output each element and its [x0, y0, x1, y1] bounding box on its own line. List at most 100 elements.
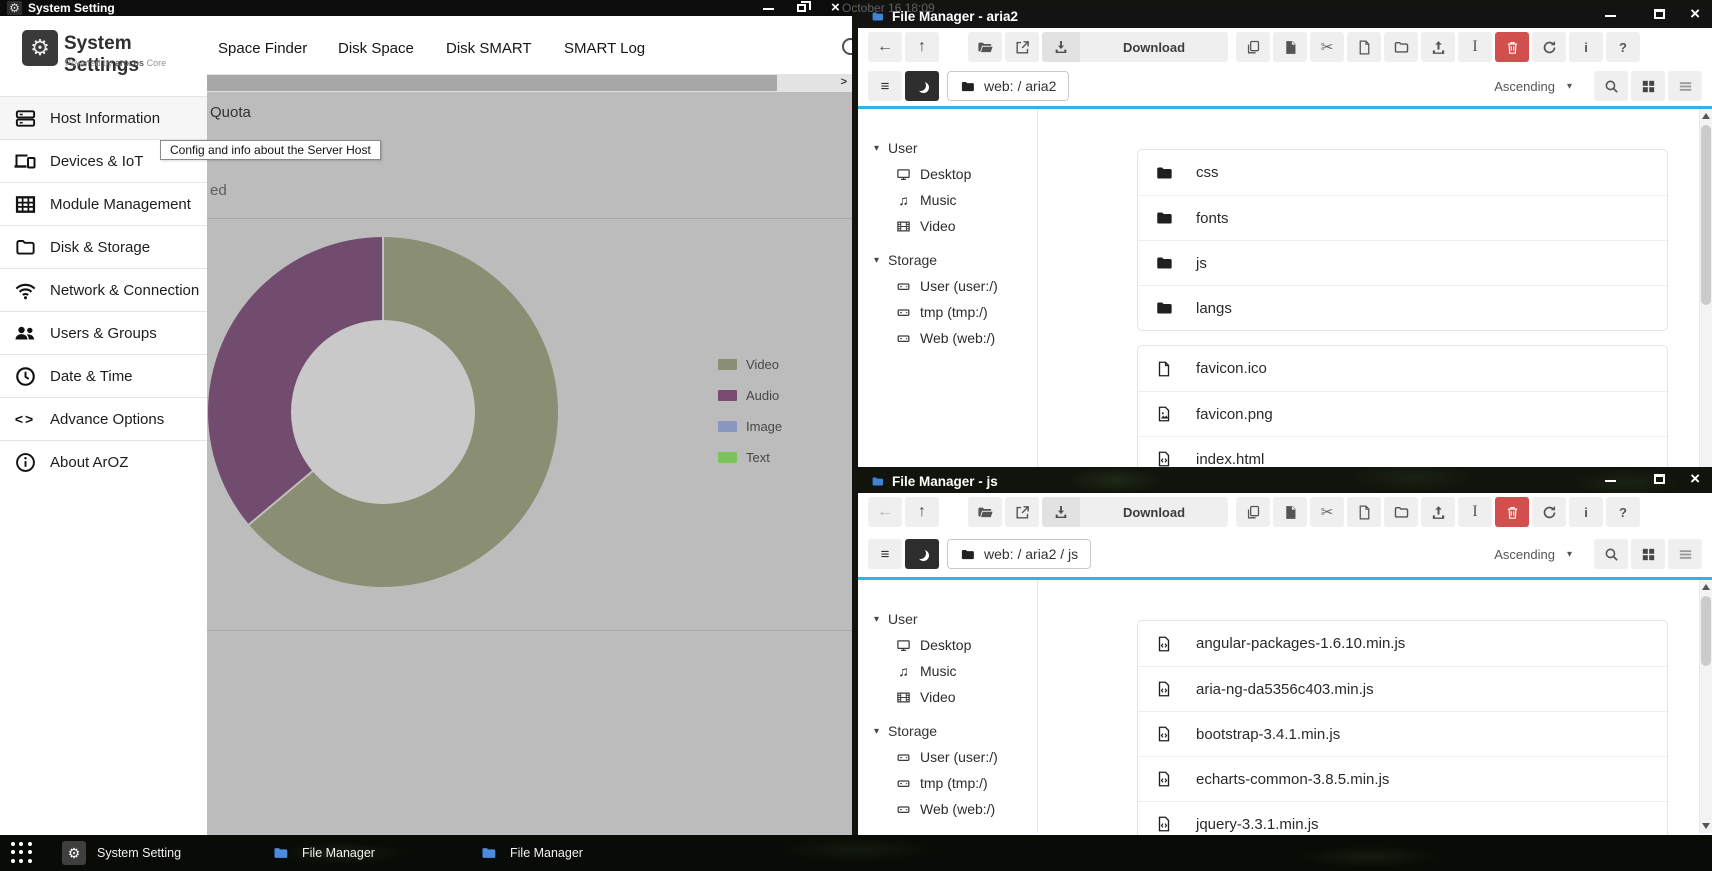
- close-icon[interactable]: ×: [1690, 472, 1700, 486]
- list-item-file[interactable]: aria-ng-da5356c403.min.js: [1138, 666, 1667, 711]
- list-item-file[interactable]: favicon.ico: [1138, 346, 1667, 391]
- tree-section-user[interactable]: ▾ User: [874, 606, 1037, 632]
- rename-button[interactable]: I: [1458, 32, 1492, 62]
- sidebar-item-disk-storage[interactable]: Disk & Storage: [0, 225, 207, 268]
- tree-item-desktop[interactable]: Desktop: [874, 161, 1037, 187]
- new-file-button[interactable]: [1347, 497, 1381, 527]
- settings-horizontal-scrollbar[interactable]: >: [207, 74, 852, 92]
- settings-titlebar[interactable]: ⚙ System Setting ×: [0, 0, 852, 16]
- tree-item-music[interactable]: ♫ Music: [874, 658, 1037, 684]
- list-item-folder-js[interactable]: js: [1138, 240, 1667, 285]
- rename-button[interactable]: I: [1458, 497, 1492, 527]
- scroll-right-icon[interactable]: >: [841, 76, 847, 88]
- paste-button[interactable]: [1273, 497, 1307, 527]
- delete-button[interactable]: [1495, 32, 1529, 62]
- tree-item-user-drive[interactable]: User (user:/): [874, 744, 1037, 770]
- menu-button[interactable]: ≡: [868, 539, 902, 569]
- search-button[interactable]: [1594, 539, 1628, 569]
- tree-item-desktop[interactable]: Desktop: [874, 632, 1037, 658]
- breadcrumb[interactable]: web: / aria2: [947, 71, 1069, 101]
- sidebar-item-date-time[interactable]: Date & Time: [0, 354, 207, 397]
- delete-button[interactable]: [1495, 497, 1529, 527]
- upload-button[interactable]: [1421, 497, 1455, 527]
- back-button[interactable]: ←: [868, 497, 902, 527]
- dark-mode-button[interactable]: [905, 539, 939, 569]
- tree-section-storage[interactable]: ▾ Storage: [874, 718, 1037, 744]
- list-item-file[interactable]: angular-packages-1.6.10.min.js: [1138, 621, 1667, 666]
- new-folder-button[interactable]: [1384, 497, 1418, 527]
- download-button[interactable]: Download: [1042, 497, 1228, 527]
- list-item-file[interactable]: favicon.png: [1138, 391, 1667, 436]
- properties-button[interactable]: i: [1569, 32, 1603, 62]
- new-folder-button[interactable]: [1384, 32, 1418, 62]
- taskbar-item-system-setting[interactable]: ⚙ System Setting: [62, 835, 181, 871]
- cut-button[interactable]: ✂: [1310, 32, 1344, 62]
- up-button[interactable]: ↑: [905, 32, 939, 62]
- list-view-button[interactable]: [1668, 539, 1702, 569]
- tab-disk-space[interactable]: Disk Space: [338, 40, 414, 57]
- sort-order-dropdown[interactable]: Ascending ▾: [1482, 71, 1584, 101]
- scrollbar-thumb[interactable]: [207, 75, 777, 91]
- download-button[interactable]: Download: [1042, 32, 1228, 62]
- app-launcher-icon[interactable]: [11, 842, 33, 864]
- upload-button[interactable]: [1421, 32, 1455, 62]
- taskbar-item-file-manager-2[interactable]: File Manager: [478, 835, 583, 871]
- taskbar-item-file-manager-1[interactable]: File Manager: [270, 835, 375, 871]
- help-button[interactable]: ?: [1606, 497, 1640, 527]
- scroll-up-icon[interactable]: [1702, 113, 1710, 119]
- list-item-folder-css[interactable]: css: [1138, 150, 1667, 195]
- vertical-scrollbar[interactable]: [1699, 580, 1712, 833]
- tree-item-video[interactable]: Video: [874, 213, 1037, 239]
- sidebar-item-about-aroz[interactable]: About ArOZ: [0, 440, 207, 483]
- scroll-down-icon[interactable]: [1702, 823, 1710, 829]
- up-button[interactable]: ↑: [905, 497, 939, 527]
- new-file-button[interactable]: [1347, 32, 1381, 62]
- list-item-folder-fonts[interactable]: fonts: [1138, 195, 1667, 240]
- fm-titlebar[interactable]: File Manager - js ×: [858, 467, 1712, 493]
- paste-button[interactable]: [1273, 32, 1307, 62]
- back-button[interactable]: ←: [868, 32, 902, 62]
- scrollbar-thumb[interactable]: [1701, 596, 1711, 666]
- list-item-file[interactable]: bootstrap-3.4.1.min.js: [1138, 711, 1667, 756]
- tree-section-user[interactable]: ▾ User: [874, 135, 1037, 161]
- breadcrumb[interactable]: web: / aria2 / js: [947, 539, 1091, 569]
- list-item-file[interactable]: jquery-3.3.1.min.js: [1138, 801, 1667, 835]
- close-icon[interactable]: ×: [831, 1, 840, 15]
- tree-item-web-drive[interactable]: Web (web:/): [874, 796, 1037, 822]
- tab-space-finder[interactable]: Space Finder: [218, 40, 307, 57]
- minimize-icon[interactable]: [1605, 480, 1616, 482]
- scroll-up-icon[interactable]: [1702, 584, 1710, 590]
- list-item-folder-langs[interactable]: langs: [1138, 285, 1667, 330]
- refresh-button[interactable]: [1532, 497, 1566, 527]
- tree-item-tmp-drive[interactable]: tmp (tmp:/): [874, 299, 1037, 325]
- minimize-icon[interactable]: [1605, 15, 1616, 17]
- scrollbar-thumb[interactable]: [1701, 125, 1711, 305]
- open-button[interactable]: [968, 32, 1002, 62]
- tree-item-web-drive[interactable]: Web (web:/): [874, 325, 1037, 351]
- tree-item-tmp-drive[interactable]: tmp (tmp:/): [874, 770, 1037, 796]
- search-button[interactable]: [1594, 71, 1628, 101]
- sidebar-item-module-management[interactable]: Module Management: [0, 182, 207, 225]
- sidebar-item-users-groups[interactable]: Users & Groups: [0, 311, 207, 354]
- maximize-icon[interactable]: [1654, 9, 1665, 19]
- list-view-button[interactable]: [1668, 71, 1702, 101]
- refresh-button[interactable]: [1532, 32, 1566, 62]
- help-button[interactable]: ?: [1606, 32, 1640, 62]
- minimize-icon[interactable]: [763, 8, 774, 10]
- tree-item-user-drive[interactable]: User (user:/): [874, 273, 1037, 299]
- fm-titlebar[interactable]: File Manager - aria2 ×: [858, 2, 1712, 28]
- close-icon[interactable]: ×: [1690, 7, 1700, 21]
- sort-order-dropdown[interactable]: Ascending ▾: [1482, 539, 1584, 569]
- sidebar-item-network-connection[interactable]: Network & Connection: [0, 268, 207, 311]
- restore-icon[interactable]: [797, 4, 806, 12]
- tree-item-video[interactable]: Video: [874, 684, 1037, 710]
- properties-button[interactable]: i: [1569, 497, 1603, 527]
- open-in-new-window-button[interactable]: [1005, 32, 1039, 62]
- list-item-file[interactable]: echarts-common-3.8.5.min.js: [1138, 756, 1667, 801]
- copy-button[interactable]: [1236, 497, 1270, 527]
- tree-section-storage[interactable]: ▾ Storage: [874, 247, 1037, 273]
- open-in-new-window-button[interactable]: [1005, 497, 1039, 527]
- tab-smart-log[interactable]: SMART Log: [564, 40, 645, 57]
- menu-button[interactable]: ≡: [868, 71, 902, 101]
- grid-view-button[interactable]: [1631, 539, 1665, 569]
